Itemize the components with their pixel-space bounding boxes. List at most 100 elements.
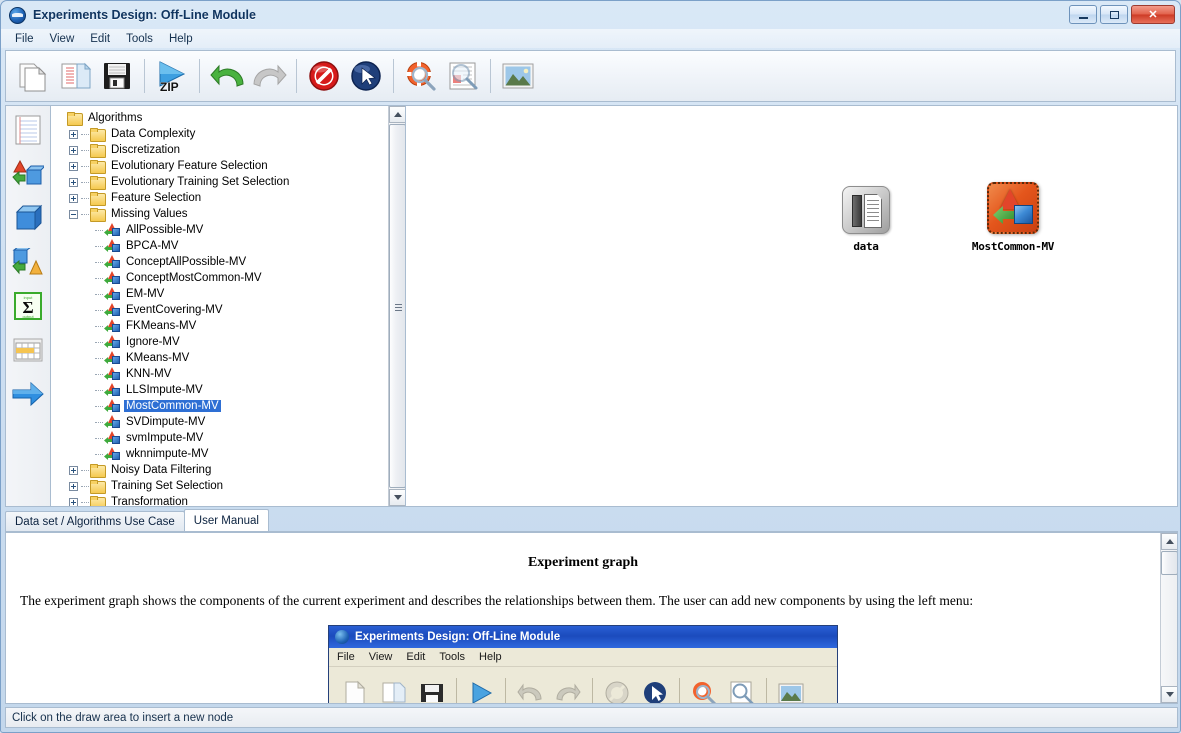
algorithms-tree-panel[interactable]: Algorithms Data Complexity Discretization E… xyxy=(51,105,406,507)
tree-item[interactable]: Missing Values xyxy=(55,206,388,222)
tree-item[interactable]: ConceptAllPossible-MV xyxy=(55,254,388,270)
embedded-pointer-icon xyxy=(636,673,674,703)
tree-item[interactable]: MostCommon-MV xyxy=(55,398,388,414)
maximize-button[interactable] xyxy=(1100,5,1128,24)
tree-item[interactable]: BPCA-MV xyxy=(55,238,388,254)
tab-dataset-algorithms-use-case[interactable]: Data set / Algorithms Use Case xyxy=(5,511,185,531)
manual-scroll-thumb[interactable] xyxy=(1161,551,1177,575)
save-button[interactable] xyxy=(96,54,138,98)
expand-icon[interactable] xyxy=(69,193,78,203)
manual-scroll-down-button[interactable] xyxy=(1161,686,1177,703)
tree-item[interactable]: LLSImpute-MV xyxy=(55,382,388,398)
tree-item[interactable]: Transformation xyxy=(55,494,388,506)
tree-scroll-thumb[interactable] xyxy=(389,124,405,488)
tree-connector xyxy=(81,181,89,183)
tree-item[interactable]: FKMeans-MV xyxy=(55,318,388,334)
tree-item[interactable]: SVDimpute-MV xyxy=(55,414,388,430)
algorithm-icon xyxy=(104,431,120,445)
image-export-button[interactable] xyxy=(497,54,539,98)
tab-user-manual[interactable]: User Manual xyxy=(183,509,269,531)
palette-visualization-button[interactable] xyxy=(9,332,47,368)
expand-icon[interactable] xyxy=(69,177,78,187)
tree-item[interactable]: Algorithms xyxy=(55,110,388,126)
tree-item[interactable]: wknnimpute-MV xyxy=(55,446,388,462)
close-button[interactable]: ✕ xyxy=(1131,5,1175,24)
palette-connection-button[interactable] xyxy=(9,376,47,412)
palette-postprocess-button[interactable] xyxy=(9,244,47,280)
new-icon xyxy=(19,63,47,92)
expand-icon[interactable] xyxy=(69,465,78,475)
graph-node-mostcommon-mv[interactable]: MostCommon-MV xyxy=(953,182,1073,253)
dataset-node-icon xyxy=(15,115,41,145)
manual-heading: Experiment graph xyxy=(527,555,639,570)
tree-item[interactable]: Evolutionary Training Set Selection xyxy=(55,174,388,190)
tree-item[interactable]: ConceptMostCommon-MV xyxy=(55,270,388,286)
manual-scroll-up-button[interactable] xyxy=(1161,533,1177,550)
redo-button[interactable] xyxy=(248,54,290,98)
palette-dataset-button[interactable] xyxy=(9,112,47,148)
experiment-graph-canvas[interactable]: data MostCommon-MV xyxy=(406,105,1178,507)
tree-item-label: EM-MV xyxy=(126,288,165,300)
menu-edit[interactable]: Edit xyxy=(82,31,118,47)
palette-preprocess-button[interactable] xyxy=(9,156,47,192)
open-button[interactable] xyxy=(54,54,96,98)
folder-icon xyxy=(90,464,106,478)
tree-item[interactable]: Data Complexity xyxy=(55,126,388,142)
select-pointer-button[interactable] xyxy=(345,54,387,98)
minimize-button[interactable] xyxy=(1069,5,1097,24)
algorithm-icon xyxy=(104,239,120,253)
delete-button[interactable] xyxy=(303,54,345,98)
tree-item[interactable]: KNN-MV xyxy=(55,366,388,382)
method-node-icon xyxy=(15,204,43,231)
dataset-bar-shape xyxy=(852,195,862,227)
tree-item[interactable]: EM-MV xyxy=(55,286,388,302)
tree-connector xyxy=(95,405,103,407)
tree-connector xyxy=(95,309,103,311)
tree-item-label: ConceptAllPossible-MV xyxy=(126,256,247,268)
menu-help[interactable]: Help xyxy=(161,31,201,47)
tree-item[interactable]: AllPossible-MV xyxy=(55,222,388,238)
embedded-separator xyxy=(505,678,506,703)
tree-item-label: Missing Values xyxy=(111,208,188,220)
tree-item[interactable]: Feature Selection xyxy=(55,190,388,206)
expand-icon[interactable] xyxy=(69,145,78,155)
tree-item[interactable]: KMeans-MV xyxy=(55,350,388,366)
menu-view[interactable]: View xyxy=(42,31,83,47)
tree-item[interactable]: Training Set Selection xyxy=(55,478,388,494)
tree-scroll-up-button[interactable] xyxy=(389,106,405,123)
help-button[interactable] xyxy=(400,54,442,98)
collapse-icon[interactable] xyxy=(69,209,78,219)
tree-item[interactable]: Noisy Data Filtering xyxy=(55,462,388,478)
folder-icon xyxy=(90,480,106,494)
tree-item[interactable]: EventCovering-MV xyxy=(55,302,388,318)
manual-vertical-scrollbar[interactable] xyxy=(1160,533,1177,703)
caret-down-icon xyxy=(393,495,402,500)
expand-icon[interactable] xyxy=(69,497,78,506)
expand-icon[interactable] xyxy=(69,129,78,139)
tree-item-label: svmImpute-MV xyxy=(126,432,204,444)
palette-method-button[interactable] xyxy=(9,200,47,236)
zip-export-button[interactable]: ZIP xyxy=(151,54,193,98)
menu-file[interactable]: File xyxy=(7,31,42,47)
tree-vertical-scrollbar[interactable] xyxy=(388,106,405,506)
expand-icon[interactable] xyxy=(69,481,78,491)
embedded-redo-icon xyxy=(549,673,587,703)
undo-button[interactable] xyxy=(206,54,248,98)
dataset-sheet-shape xyxy=(864,194,882,228)
algorithm-icon xyxy=(104,255,120,269)
new-button[interactable] xyxy=(12,54,54,98)
tree-item-label: Feature Selection xyxy=(111,192,202,204)
tree-scroll-down-button[interactable] xyxy=(389,489,405,506)
menu-tools[interactable]: Tools xyxy=(118,31,161,47)
tree-item[interactable]: svmImpute-MV xyxy=(55,430,388,446)
tree-item[interactable]: Evolutionary Feature Selection xyxy=(55,158,388,174)
toolbar-separator xyxy=(393,59,394,93)
tree-item-label: ConceptMostCommon-MV xyxy=(126,272,262,284)
tree-item[interactable]: Ignore-MV xyxy=(55,334,388,350)
graph-node-data[interactable]: data xyxy=(806,186,926,253)
tree-item[interactable]: Discretization xyxy=(55,142,388,158)
expand-icon[interactable] xyxy=(69,161,78,171)
tree-connector xyxy=(95,373,103,375)
page-inspect-button[interactable] xyxy=(442,54,484,98)
palette-statistics-button[interactable]: Σ input output xyxy=(9,288,47,324)
